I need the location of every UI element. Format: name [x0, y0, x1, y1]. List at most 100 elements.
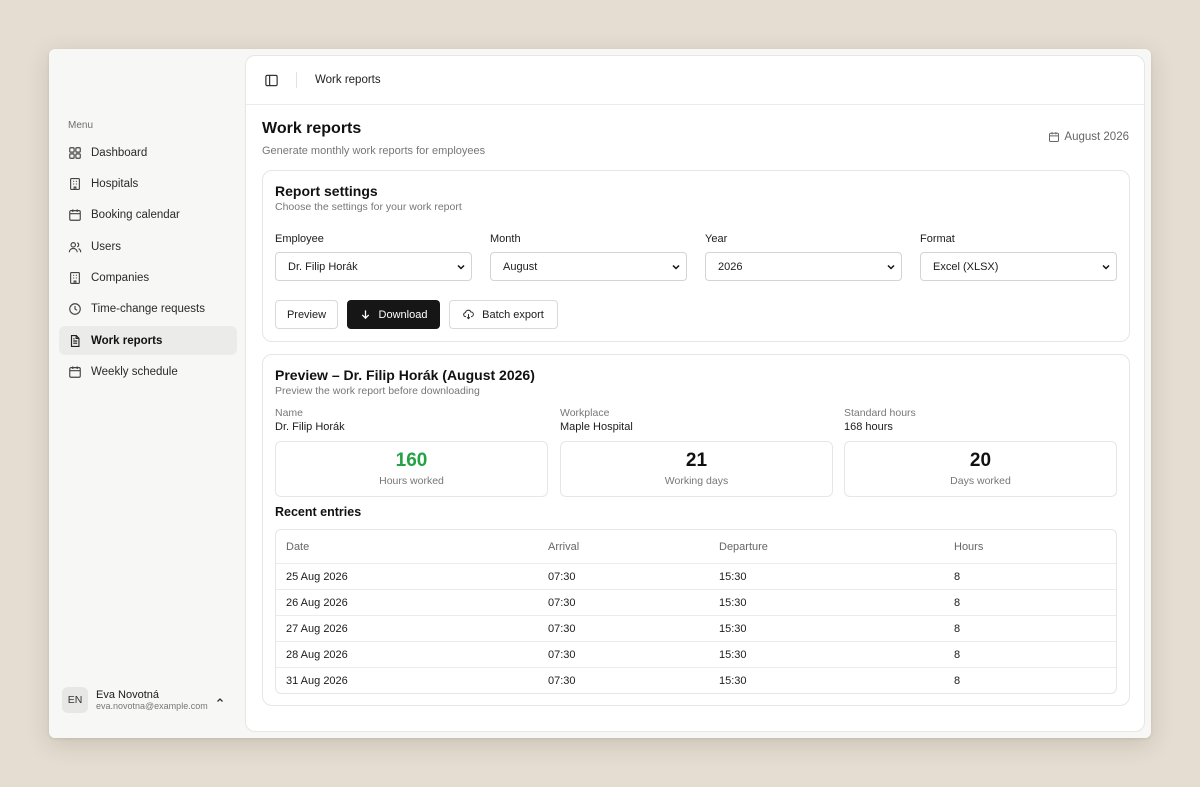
sidebar-item-label: Companies [91, 272, 150, 285]
clock-icon [69, 303, 81, 316]
info-standard-hours-value: 168 hours [844, 421, 893, 433]
building-icon [70, 272, 80, 285]
cell-departure: 15:30 [719, 674, 747, 687]
month-label: Month [490, 233, 521, 245]
table-row: 27 Aug 2026 07:30 15:30 8 [276, 615, 1116, 641]
cloud-download-icon [463, 309, 474, 320]
chevron-up-icon[interactable] [214, 694, 226, 706]
cell-departure: 15:30 [719, 622, 747, 635]
sidebar-item-companies[interactable]: Companies [59, 264, 237, 293]
info-standard-hours-label: Standard hours [844, 407, 916, 419]
cell-date: 27 Aug 2026 [286, 622, 348, 635]
chevron-down-icon [887, 264, 895, 270]
period-label: August 2026 [1064, 131, 1129, 143]
stat-hours-worked: 160 Hours worked [275, 441, 548, 497]
month-select[interactable]: August [490, 252, 687, 281]
employee-select[interactable]: Dr. Filip Horák [275, 252, 472, 281]
table-header-hours: Hours [954, 540, 984, 553]
download-button[interactable]: Download [347, 300, 440, 329]
breadcrumb: Work reports [315, 74, 381, 86]
recent-entries-title: Recent entries [275, 505, 362, 519]
sidebar-item-work-reports[interactable]: Work reports [59, 326, 237, 356]
info-name-value: Dr. Filip Horák [275, 421, 345, 433]
cell-hours: 8 [954, 648, 961, 661]
year-select[interactable]: 2026 [705, 252, 902, 281]
sidebar-item-dashboard[interactable]: Dashboard [59, 138, 237, 167]
cell-arrival: 07:30 [548, 674, 576, 687]
stat-working-days: 21 Working days [560, 441, 833, 497]
period-indicator: August 2026 [1048, 131, 1129, 143]
cell-arrival: 07:30 [548, 570, 576, 583]
avatar: EN [62, 687, 88, 713]
year-field: Year 2026 [705, 233, 902, 281]
sidebar-item-weekly-schedule[interactable]: Weekly schedule [59, 358, 237, 387]
preview-button[interactable]: Preview [275, 300, 338, 329]
sidebar-toggle-icon[interactable] [264, 73, 279, 88]
info-workplace-value: Maple Hospital [560, 421, 633, 433]
table-row: 31 Aug 2026 07:30 15:30 8 [276, 667, 1116, 693]
report-settings-title: Report settings [275, 183, 378, 199]
entries-table: Date Arrival Departure Hours 25 Aug 2026… [275, 529, 1117, 694]
sidebar-item-users[interactable]: Users [59, 232, 237, 261]
report-settings-subtitle: Choose the settings for your work report [275, 201, 462, 213]
preview-subtitle: Preview the work report before downloadi… [275, 385, 480, 397]
user-email: eva.novotna@example.com [96, 701, 208, 712]
info-name: Name Dr. Filip Horák [275, 407, 345, 433]
stat-days-worked-value: 20 [969, 450, 992, 471]
table-row: 26 Aug 2026 07:30 15:30 8 [276, 589, 1116, 615]
stat-hours-worked-label: Hours worked [379, 475, 444, 487]
topbar-divider [296, 72, 297, 88]
stat-working-days-value: 21 [685, 450, 708, 471]
info-workplace: Workplace Maple Hospital [560, 407, 633, 433]
chevron-down-icon [1102, 264, 1110, 270]
sidebar-item-label: Time-change requests [91, 303, 205, 316]
format-select[interactable]: Excel (XLSX) [920, 252, 1117, 281]
app-window: Menu Dashboard Hospitals Booking calenda… [49, 49, 1151, 738]
sidebar-item-time-change-requests[interactable]: Time-change requests [59, 295, 237, 324]
page-subtitle: Generate monthly work reports for employ… [262, 145, 486, 157]
menu-caption: Menu [68, 120, 94, 131]
stat-days-worked-label: Days worked [950, 475, 1011, 487]
cell-arrival: 07:30 [548, 622, 576, 635]
sidebar: Menu Dashboard Hospitals Booking calenda… [49, 49, 245, 738]
table-header-date: Date [286, 540, 310, 553]
stat-days-worked: 20 Days worked [844, 441, 1117, 497]
sidebar-nav: Dashboard Hospitals Booking calendar Use… [59, 138, 237, 389]
format-label: Format [920, 233, 955, 245]
sidebar-item-hospitals[interactable]: Hospitals [59, 169, 237, 198]
cell-departure: 15:30 [719, 570, 747, 583]
year-value: 2026 [718, 260, 743, 273]
format-field: Format Excel (XLSX) [920, 233, 1117, 281]
sidebar-item-label: Hospitals [91, 177, 139, 190]
sidebar-item-label: Dashboard [91, 146, 148, 159]
batch-export-button[interactable]: Batch export [449, 300, 558, 329]
grid-icon [69, 146, 81, 159]
cell-hours: 8 [954, 622, 961, 635]
sidebar-item-label: Users [91, 240, 122, 253]
employee-label: Employee [275, 233, 324, 245]
topbar: Work reports [246, 56, 1144, 105]
cell-date: 31 Aug 2026 [286, 674, 348, 687]
stat-working-days-label: Working days [664, 475, 729, 487]
user-menu[interactable]: EN Eva Novotná eva.novotna@example.com [62, 685, 232, 715]
chevron-down-icon [672, 264, 680, 270]
preview-card: Preview – Dr. Filip Horák (August 2026) … [262, 354, 1130, 706]
cell-date: 26 Aug 2026 [286, 596, 348, 609]
sidebar-item-label: Weekly schedule [91, 366, 178, 379]
sidebar-item-label: Booking calendar [91, 209, 180, 222]
cell-date: 25 Aug 2026 [286, 570, 348, 583]
month-field: Month August [490, 233, 687, 281]
sidebar-item-label: Work reports [91, 334, 163, 347]
table-header-departure: Departure [719, 540, 768, 553]
preview-title: Preview – Dr. Filip Horák (August 2026) [275, 367, 535, 383]
table-header-row: Date Arrival Departure Hours [276, 530, 1116, 563]
calendar-icon [1049, 132, 1060, 142]
page-header: Work reports Generate monthly work repor… [262, 120, 485, 157]
building-icon [70, 177, 80, 190]
table-row: 28 Aug 2026 07:30 15:30 8 [276, 641, 1116, 667]
download-button-label: Download [378, 308, 428, 321]
cell-departure: 15:30 [719, 596, 747, 609]
sidebar-item-booking-calendar[interactable]: Booking calendar [59, 201, 237, 230]
table-row: 25 Aug 2026 07:30 15:30 8 [276, 563, 1116, 589]
chevron-down-icon [457, 264, 465, 270]
